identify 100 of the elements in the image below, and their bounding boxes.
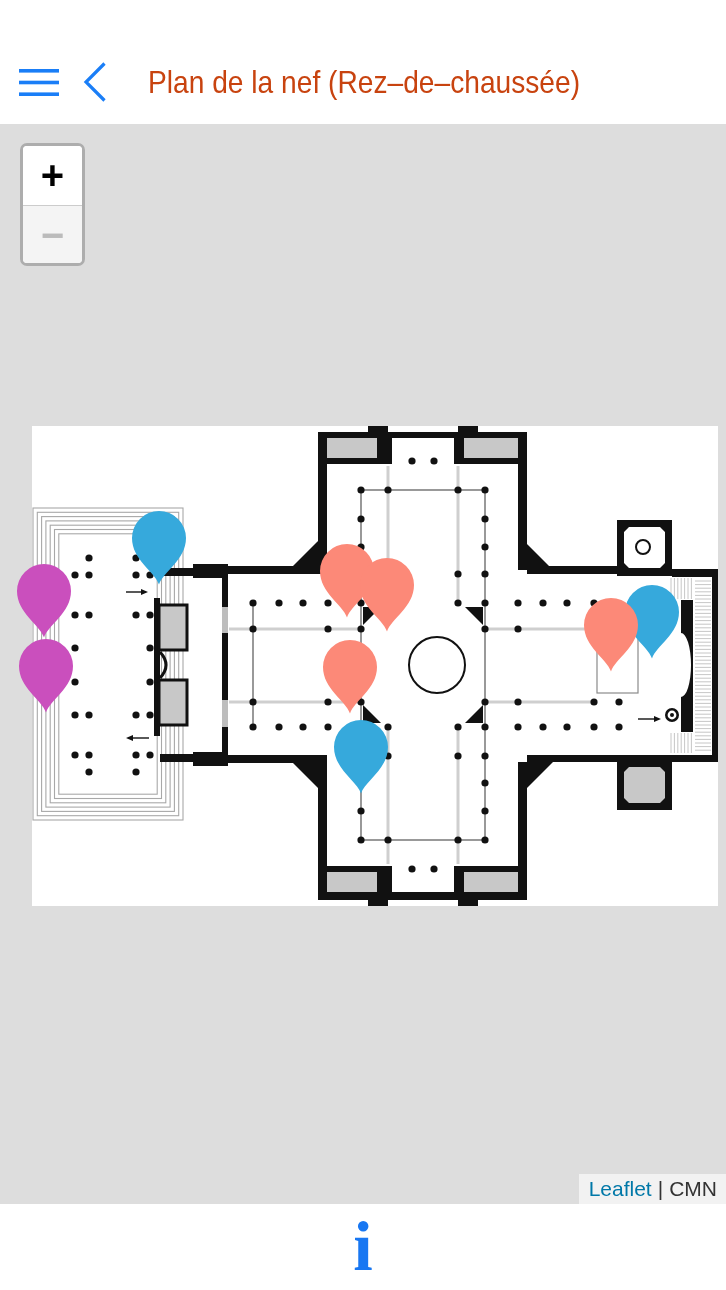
column-dot	[85, 554, 93, 562]
column-dot	[146, 644, 154, 652]
column-dot	[481, 486, 489, 494]
column-dot	[430, 865, 438, 873]
column-dot	[615, 698, 623, 706]
crossing-pier	[363, 705, 381, 723]
attribution-text: CMN	[669, 1177, 717, 1201]
column-dot	[275, 599, 283, 607]
column-dot	[85, 571, 93, 579]
column-dot	[132, 611, 140, 619]
column-dot	[71, 751, 79, 759]
column-dot	[514, 625, 522, 633]
column-dot	[408, 865, 416, 873]
column-dot	[132, 571, 140, 579]
column-dot	[454, 486, 462, 494]
column-dot	[299, 599, 307, 607]
map-marker-icon[interactable]	[16, 562, 72, 638]
column-dot	[539, 599, 547, 607]
doorway	[222, 700, 228, 727]
column-dot	[146, 571, 154, 579]
column-dot	[481, 698, 489, 706]
column-dot	[71, 678, 79, 686]
column-dot	[454, 599, 462, 607]
column-dot	[71, 611, 79, 619]
column-dot	[454, 836, 462, 844]
column-dot	[132, 554, 140, 562]
column-dot	[132, 751, 140, 759]
info-button[interactable]: i	[347, 1212, 379, 1282]
column-dot	[430, 457, 438, 465]
column-dot	[71, 644, 79, 652]
column-dot	[85, 751, 93, 759]
column-dot	[249, 723, 257, 731]
column-dot	[481, 599, 489, 607]
column-dot	[299, 723, 307, 731]
side-room	[464, 438, 518, 458]
side-room	[327, 438, 377, 458]
column-dot	[514, 698, 522, 706]
column-dot	[481, 779, 489, 787]
map-marker-icon[interactable]	[322, 638, 378, 714]
map-marker-icon[interactable]	[624, 583, 680, 659]
column-dot	[481, 752, 489, 760]
column-dot	[146, 711, 154, 719]
column-dot	[454, 570, 462, 578]
column-dot	[324, 599, 332, 607]
column-dot	[357, 486, 365, 494]
column-dot	[249, 599, 257, 607]
column-dot	[454, 723, 462, 731]
column-dot	[357, 515, 365, 523]
column-dot	[408, 457, 416, 465]
column-dot	[324, 723, 332, 731]
direction-arrow	[125, 589, 148, 595]
column-dot	[85, 711, 93, 719]
column-dot	[249, 698, 257, 706]
side-room	[327, 872, 377, 892]
map-marker-icon[interactable]	[583, 596, 639, 672]
column-dot	[275, 723, 283, 731]
column-dot	[563, 599, 571, 607]
column-dot	[481, 807, 489, 815]
column-dot	[324, 625, 332, 633]
column-dot	[563, 723, 571, 731]
column-dot	[590, 698, 598, 706]
crossing-pier	[465, 705, 483, 723]
column-dot	[132, 711, 140, 719]
column-dot	[146, 751, 154, 759]
doorway	[222, 607, 228, 633]
crossing-pier	[465, 607, 483, 625]
column-dot	[357, 836, 365, 844]
column-dot	[481, 570, 489, 578]
column-dot	[132, 768, 140, 776]
column-dot	[324, 698, 332, 706]
side-room	[624, 767, 665, 803]
column-dot	[146, 611, 154, 619]
column-dot	[85, 768, 93, 776]
column-dot	[481, 543, 489, 551]
round-stair-drawing	[665, 708, 679, 722]
direction-arrow	[637, 716, 661, 722]
map-marker-icon[interactable]	[18, 637, 74, 713]
column-dot	[514, 723, 522, 731]
column-dot	[249, 625, 257, 633]
map-marker-icon[interactable]	[131, 509, 187, 585]
map-marker-icon[interactable]	[333, 718, 389, 794]
column-dot	[514, 599, 522, 607]
menu-icon	[19, 68, 59, 96]
map-marker-icon[interactable]	[359, 556, 415, 632]
column-dot	[384, 836, 392, 844]
separator-text: |	[657, 1177, 664, 1201]
column-dot	[357, 698, 365, 706]
column-dot	[481, 515, 489, 523]
column-dot	[384, 486, 392, 494]
crossing-circle	[408, 636, 466, 694]
column-dot	[146, 678, 154, 686]
attribution-link[interactable]: Leaflet	[588, 1177, 652, 1201]
column-dot	[481, 723, 489, 731]
column-dot	[481, 836, 489, 844]
column-dot	[454, 752, 462, 760]
column-dot	[71, 571, 79, 579]
page-title: Plan de la nef (Rez–de–chaussée)	[148, 63, 581, 101]
direction-arrow	[126, 735, 150, 741]
tower-circle	[635, 539, 651, 555]
column-dot	[481, 625, 489, 633]
